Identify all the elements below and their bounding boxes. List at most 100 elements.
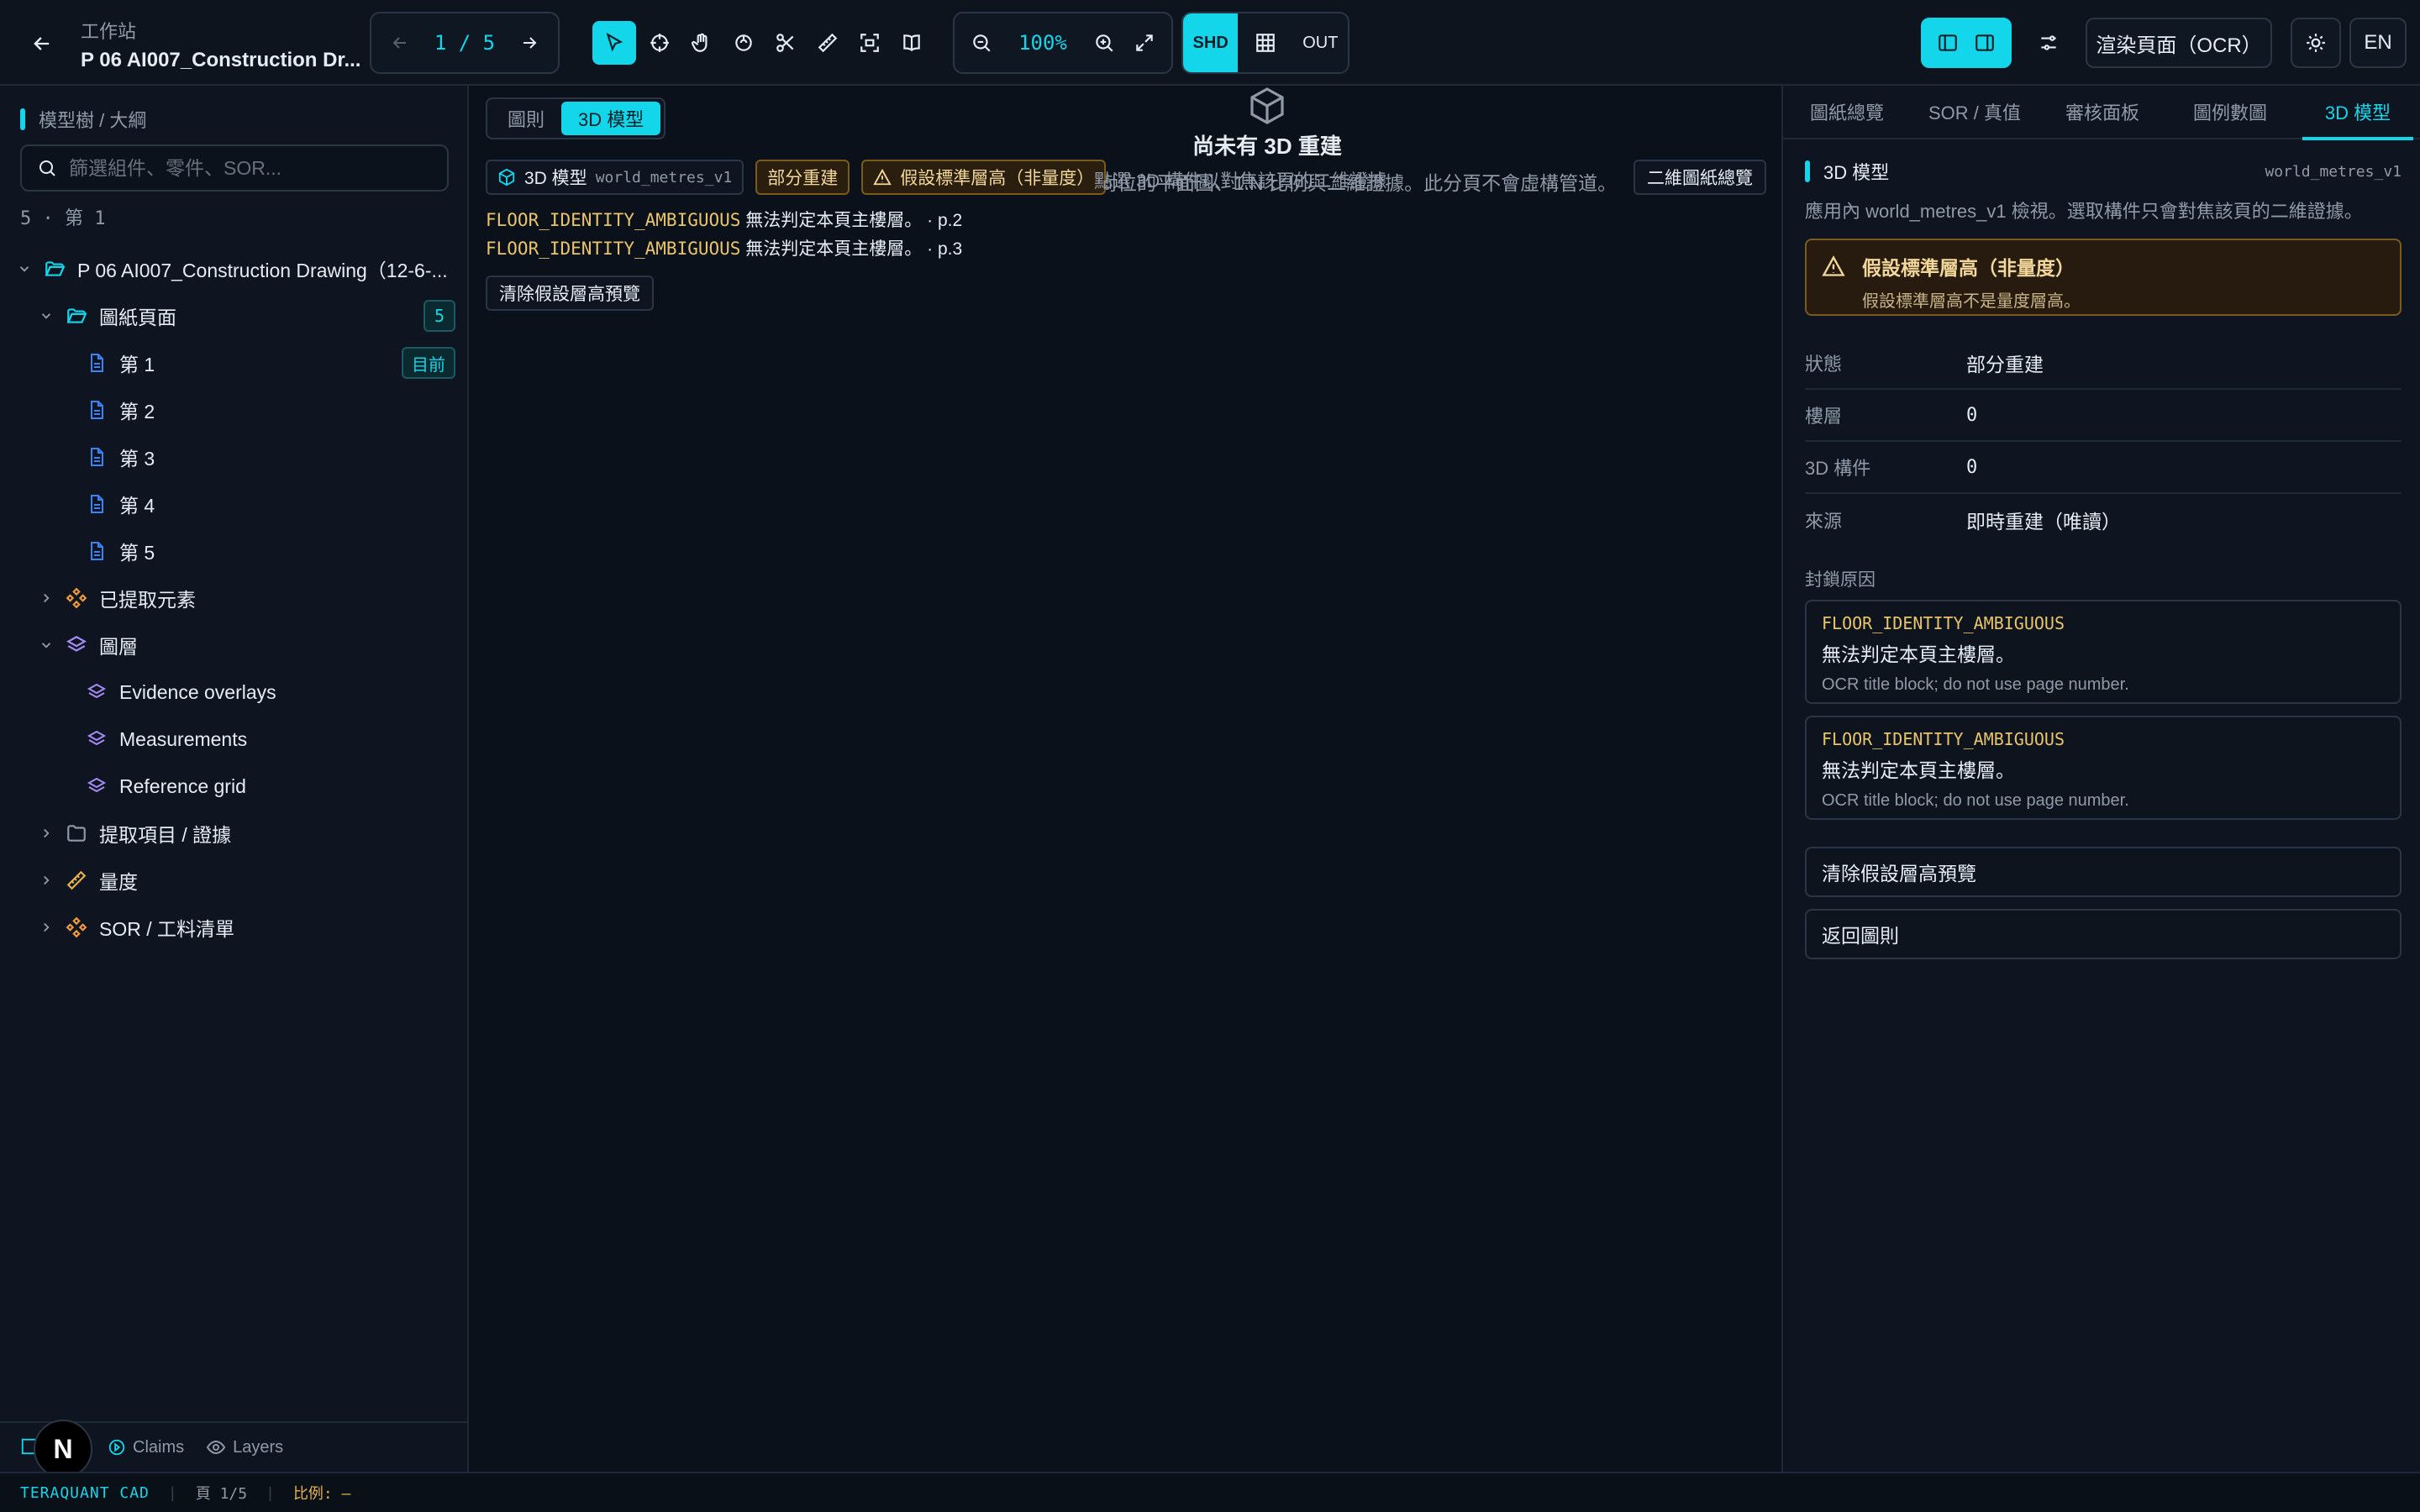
components-icon — [64, 915, 89, 940]
page-icon — [84, 397, 109, 423]
scissors-icon[interactable] — [767, 24, 804, 61]
chevron-down-icon — [37, 307, 55, 325]
components-icon — [64, 585, 89, 611]
tree-layer-evidence[interactable]: Evidence overlays — [0, 669, 469, 716]
page-icon — [84, 491, 109, 517]
render-page-ocr-button[interactable]: 渲染頁面（OCR） — [2086, 18, 2272, 68]
status-scale: 比例: — — [292, 1485, 351, 1503]
section-description: 應用內 world_metres_v1 檢視。選取構件只會對焦該頁的二維證據。 — [1805, 201, 2363, 222]
2d-overview-button[interactable]: 二維圖紙總覽 — [1634, 160, 1766, 195]
tree-page-4[interactable]: 第 4 — [0, 480, 469, 528]
chevron-down-icon — [15, 260, 34, 278]
back-arrow-icon[interactable] — [25, 27, 59, 60]
model-status-chips: 3D 模型 world_metres_v1 部分重建 假設標準層高（非量度） — [486, 160, 1118, 195]
tree-count: 5 · 第 1 — [20, 208, 106, 229]
claims-tab[interactable]: Claims — [108, 1438, 184, 1457]
hand-pan-icon[interactable] — [683, 24, 720, 61]
tab-review[interactable]: 審核面板 — [2039, 85, 2166, 139]
avatar[interactable]: N — [34, 1420, 92, 1478]
zoom-in-icon[interactable] — [1086, 24, 1123, 61]
zoom-level: 100% — [1018, 31, 1067, 55]
model-chip: 3D 模型 world_metres_v1 — [486, 160, 744, 195]
inspector-tabs: 圖紙總覽 SOR / 真值 審核面板 圖例數圖 3D 模型 — [1783, 85, 2420, 140]
mode-out-button[interactable]: OUT — [1293, 13, 1348, 72]
zoom-out-icon[interactable] — [963, 24, 1000, 61]
tree-claims[interactable]: 提取項目 / 證據 — [0, 810, 469, 857]
next-page-button[interactable] — [511, 24, 548, 61]
tab-sor-truth[interactable]: SOR / 真值 — [1911, 85, 2039, 139]
layer-label: Reference grid — [119, 774, 246, 797]
theme-toggle-button[interactable] — [2291, 18, 2341, 68]
section-version: world_metres_v1 — [2265, 162, 2402, 181]
prev-page-button[interactable] — [381, 24, 418, 61]
workspace-title: 工作站 P 06 AI007_Construction Dr... — [81, 17, 360, 72]
empty-title: 尚未有 3D 重建 — [1192, 134, 1342, 159]
current-badge: 目前 — [402, 347, 455, 379]
cube-icon — [1057, 86, 1477, 126]
folder-open-icon — [42, 256, 67, 281]
select-tool-icon[interactable] — [592, 21, 636, 65]
grid-mode-icon[interactable] — [1238, 13, 1292, 72]
rotate-tool-icon[interactable] — [725, 24, 762, 61]
tab-3d-model[interactable]: 3D 模型 — [2294, 85, 2420, 140]
view-tabs: 圖則 3D 模型 — [486, 97, 666, 139]
clear-assumed-height-preview-button[interactable]: 清除假設層高預覽 — [1805, 847, 2402, 897]
mode-shd-button[interactable]: SHD — [1183, 13, 1239, 72]
assumed-height-chip: 假設標準層高（非量度） — [861, 160, 1107, 195]
issue-row: FLOOR_IDENTITY_AMBIGUOUS 無法判定本頁主樓層。 · p.… — [486, 239, 963, 259]
left-panel-toggle-icon[interactable] — [1929, 24, 1966, 61]
fit-frame-icon[interactable] — [851, 24, 888, 61]
right-panel-toggle-icon[interactable] — [1966, 24, 2003, 61]
section-header: 3D 模型 world_metres_v1 — [1805, 158, 2402, 185]
tab-drawing[interactable]: 圖則 — [491, 102, 561, 135]
pages-group-label: 圖紙頁面 — [99, 307, 176, 328]
tree-layers[interactable]: 圖層 — [0, 622, 469, 669]
tree-page-5[interactable]: 第 5 — [0, 528, 469, 575]
back-to-drawing-button[interactable]: 返回圖則 — [1805, 909, 2402, 959]
tab-3d-model[interactable]: 3D 模型 — [561, 102, 661, 135]
partial-chip: 部分重建 — [755, 160, 850, 195]
page-label: 第 2 — [119, 401, 155, 423]
clear-assumed-height-button[interactable]: 清除假設層高預覽 — [486, 276, 654, 311]
tree-layer-reference-grid[interactable]: Reference grid — [0, 763, 469, 810]
sliders-icon[interactable] — [2030, 24, 2067, 61]
expand-icon[interactable] — [1126, 24, 1163, 61]
tree-root[interactable]: P 06 AI007_Construction Drawing（12-6-... — [0, 245, 469, 292]
ruler-icon[interactable] — [809, 24, 846, 61]
chevron-down-icon — [37, 636, 55, 654]
tab-sheet-overview[interactable]: 圖紙總覽 — [1783, 85, 1911, 139]
tree-page-3[interactable]: 第 3 — [0, 433, 469, 480]
tree-pages-group[interactable]: 圖紙頁面 5 — [0, 292, 469, 339]
language-button[interactable]: EN — [2349, 18, 2407, 68]
tree-measure[interactable]: 量度 — [0, 857, 469, 904]
tree-page-2[interactable]: 第 2 — [0, 386, 469, 433]
claims-icon — [108, 1439, 125, 1456]
layer-label: Evidence overlays — [119, 680, 276, 703]
top-toolbar: 工作站 P 06 AI007_Construction Dr... 1 / 5 — [0, 0, 2420, 86]
tree-search — [20, 144, 449, 192]
tree-layer-measurements[interactable]: Measurements — [0, 716, 469, 763]
brand-label: TERAQUANT CAD — [20, 1483, 150, 1502]
status-bar: TERAQUANT CAD | 頁 1/5 | 比例: — — [0, 1472, 2420, 1512]
claims-label: 提取項目 / 證據 — [99, 824, 232, 846]
layers-tab[interactable]: Layers — [206, 1437, 283, 1457]
blocked-reason: FLOOR_IDENTITY_AMBIGUOUS 無法判定本頁主樓層。 OCR … — [1805, 716, 2402, 820]
measure-label: 量度 — [99, 871, 138, 893]
extracted-label: 已提取元素 — [99, 589, 196, 611]
section-title: 3D 模型 — [1823, 162, 1890, 183]
crosshair-tool-icon[interactable] — [641, 24, 678, 61]
tab-legend[interactable]: 圖例數圖 — [2166, 85, 2294, 139]
layers-icon — [64, 633, 89, 658]
tree-page-1[interactable]: 第 1 目前 — [0, 339, 469, 386]
tree-sor[interactable]: SOR / 工料清單 — [0, 904, 469, 951]
page-icon — [84, 350, 109, 375]
sidebar-title: 模型樹 / 大綱 — [39, 110, 147, 131]
model-tree-sidebar: 模型樹 / 大綱 5 · 第 1 P 06 AI007_Construction… — [0, 86, 469, 1472]
tree-extracted-elements[interactable]: 已提取元素 — [0, 575, 469, 622]
chevron-right-icon — [37, 871, 55, 890]
chevron-right-icon — [37, 918, 55, 937]
status-page: 頁 1/5 — [195, 1485, 248, 1503]
book-icon[interactable] — [893, 24, 930, 61]
search-input[interactable] — [69, 156, 439, 180]
layer-label: Measurements — [119, 727, 248, 750]
